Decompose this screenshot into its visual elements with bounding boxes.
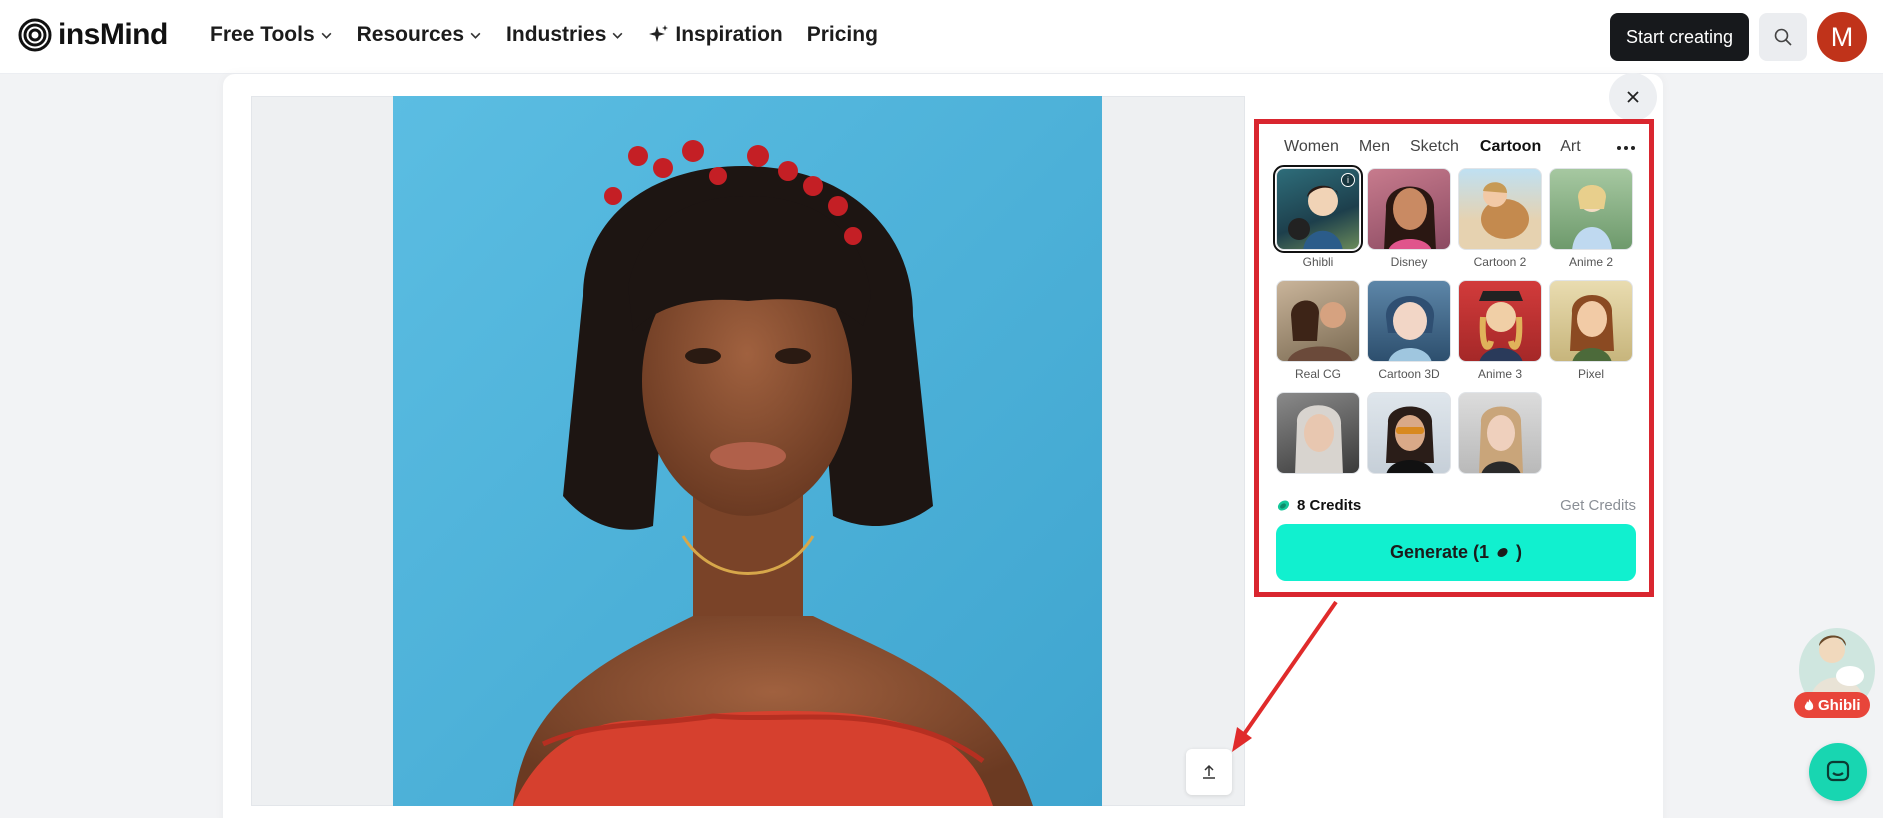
ghibli-badge[interactable]: Ghibli — [1794, 692, 1870, 718]
chat-icon — [1826, 760, 1850, 782]
chat-support-button[interactable] — [1809, 743, 1867, 801]
annotation-arrow — [1232, 600, 1338, 752]
fire-icon — [1804, 699, 1814, 711]
ghibli-badge-label: Ghibli — [1818, 696, 1861, 714]
